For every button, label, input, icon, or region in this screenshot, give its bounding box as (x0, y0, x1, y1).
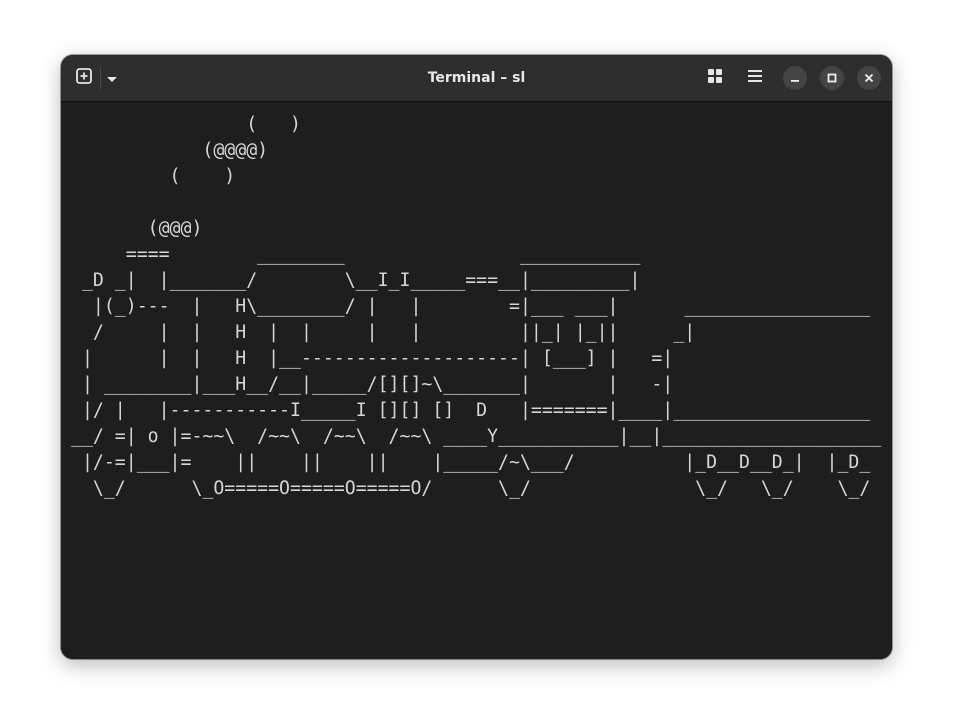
header-bar: Terminal – sl (61, 55, 892, 102)
minimize-icon (789, 69, 801, 88)
grid-icon (707, 68, 723, 88)
close-icon (863, 69, 875, 88)
terminal-line: | | | H |__--------------------| [___] |… (71, 348, 674, 369)
terminal-line: | ________|___H__/__|_____/[][]~\_______… (71, 374, 674, 395)
maximize-icon (826, 69, 838, 88)
terminal-window: Terminal – sl () (@@@@) () (@@@) ==== … (61, 55, 892, 659)
main-menu-button[interactable] (743, 66, 767, 90)
terminal-line: |/-=|___|= || || || |_____/~\___/ |_D__D… (71, 452, 871, 473)
terminal-line: / | | H | | | | ||_| |_|| _| (71, 322, 696, 343)
terminal-line: |/ | |-----------I_____I [][] [] D |====… (71, 400, 871, 421)
terminal-line: _D _| |_______/ \__I_I_____===__|_______… (71, 270, 641, 291)
terminal-line: |(_)--- | H\________/ | | =|___ ___| ___… (71, 296, 871, 317)
terminal-line: ( ) (71, 166, 236, 187)
terminal-output[interactable]: ( ) (@@@@) ( ) (@@@) ==== ________ _____… (61, 102, 892, 659)
minimize-button[interactable] (783, 66, 807, 90)
terminal-line: ( ) (71, 114, 301, 135)
terminal-line: ==== ________ ___________ (71, 244, 641, 265)
overview-button[interactable] (703, 66, 727, 90)
terminal-line: \_/ \_O=====O=====O=====O/ \_/ \_/ \_/ \… (71, 478, 871, 499)
terminal-line: (@@@@) (71, 140, 269, 161)
maximize-button[interactable] (820, 66, 844, 90)
window-title: Terminal – sl (427, 70, 526, 86)
close-button[interactable] (857, 66, 881, 90)
terminal-line: (@@@) (71, 218, 203, 239)
hamburger-menu-icon (747, 68, 763, 88)
terminal-line: __/ =| o |=-~~\ /~~\ /~~\ /~~\ ____Y____… (71, 426, 882, 447)
